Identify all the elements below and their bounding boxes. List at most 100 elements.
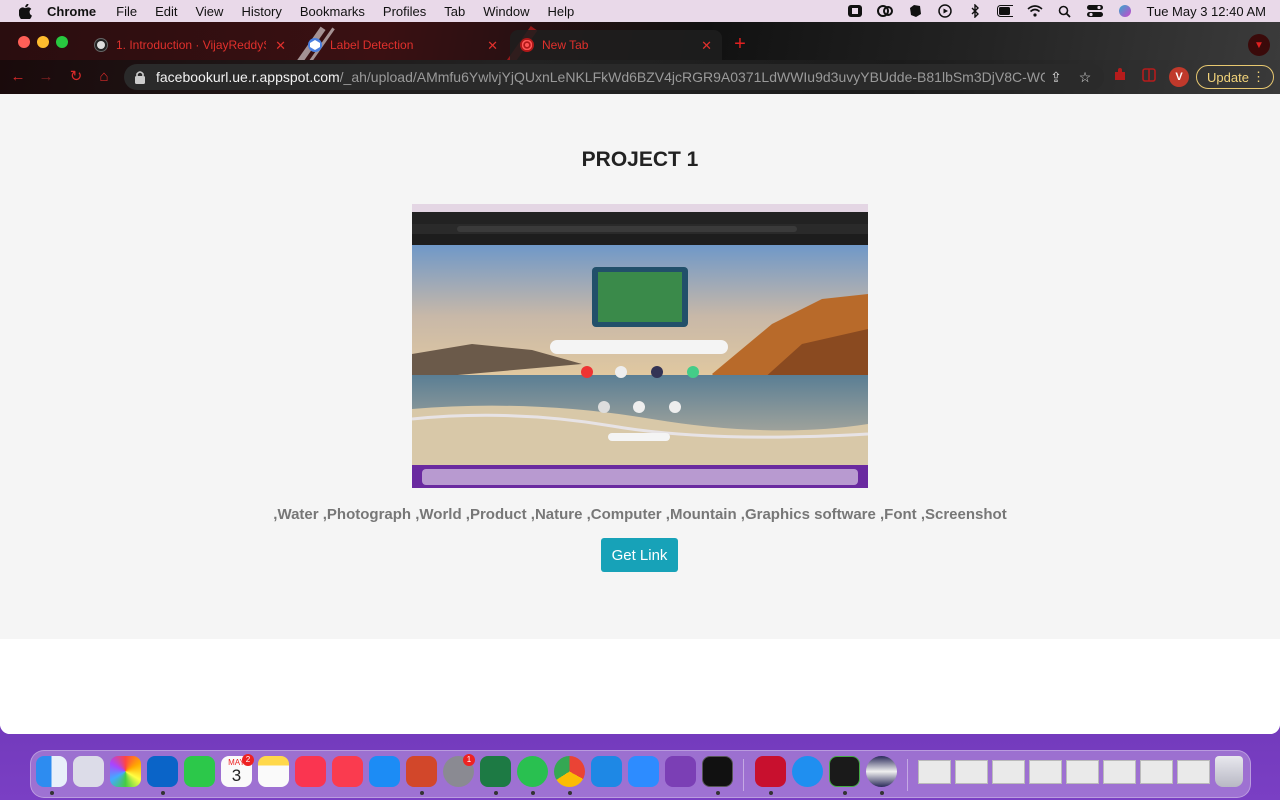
page-content: PROJECT 1 ,Water ,Photograph ,World ,Pro… bbox=[0, 94, 1280, 734]
extension-icon[interactable] bbox=[1112, 67, 1132, 87]
tab-introduction[interactable]: 1. Introduction · VijayReddySh ✕ bbox=[84, 30, 296, 60]
bluetooth-icon[interactable] bbox=[967, 4, 983, 18]
notes-icon[interactable] bbox=[258, 756, 289, 787]
menubar-status-area: Tue May 3 12:40 AM bbox=[847, 0, 1266, 22]
tab-strip: 1. Introduction · VijayReddySh ✕ Label D… bbox=[0, 22, 1280, 88]
minimized-window-thumbnail[interactable] bbox=[918, 760, 951, 784]
url-path: /_ah/upload/AMmfu6YwlvjYjQUxnLeNKLFkWd6B… bbox=[339, 69, 1045, 85]
reload-icon[interactable]: ↻ bbox=[66, 67, 86, 87]
menu-edit[interactable]: Edit bbox=[155, 4, 177, 19]
apple-icon[interactable] bbox=[17, 3, 33, 19]
excel-icon[interactable] bbox=[480, 756, 511, 787]
profile-avatar[interactable]: V bbox=[1169, 67, 1189, 87]
calendar-day: 3 bbox=[231, 766, 242, 785]
project-panel: PROJECT 1 ,Water ,Photograph ,World ,Pro… bbox=[0, 94, 1280, 639]
whatsapp-icon[interactable] bbox=[517, 756, 548, 787]
get-link-button[interactable]: Get Link bbox=[601, 538, 678, 572]
battery-icon[interactable] bbox=[996, 4, 1013, 18]
menu-app-name[interactable]: Chrome bbox=[47, 4, 96, 19]
chrome-update-button[interactable]: Update ⋮ bbox=[1196, 65, 1274, 89]
minimized-window-thumbnail[interactable] bbox=[1029, 760, 1062, 784]
window-minimize-button[interactable] bbox=[37, 36, 49, 48]
app-store-icon[interactable] bbox=[369, 756, 400, 787]
more-menu-icon[interactable]: ⋮ bbox=[1252, 69, 1265, 85]
news-icon[interactable] bbox=[332, 756, 363, 787]
settings-badge: 1 bbox=[463, 754, 475, 766]
dock-separator bbox=[907, 759, 908, 791]
facetime-icon[interactable] bbox=[184, 756, 215, 787]
menu-tab[interactable]: Tab bbox=[444, 4, 465, 19]
github-icon bbox=[94, 38, 108, 52]
running-indicator bbox=[531, 791, 535, 795]
minimized-window-thumbnail[interactable] bbox=[1066, 760, 1099, 784]
minimized-window-thumbnail[interactable] bbox=[955, 760, 988, 784]
play-icon[interactable] bbox=[937, 4, 953, 18]
menu-window[interactable]: Window bbox=[483, 4, 529, 19]
tab-close-icon[interactable]: ✕ bbox=[701, 38, 712, 54]
terminal-icon[interactable] bbox=[702, 756, 733, 787]
reading-list-icon[interactable] bbox=[1141, 67, 1161, 87]
calendar-badge: 2 bbox=[242, 754, 254, 766]
powerpoint-icon[interactable] bbox=[406, 756, 437, 787]
music-icon[interactable] bbox=[295, 756, 326, 787]
minimized-window-thumbnail[interactable] bbox=[992, 760, 1025, 784]
wifi-icon[interactable] bbox=[1026, 4, 1043, 18]
home-icon[interactable]: ⌂ bbox=[94, 67, 114, 87]
eclipse-icon[interactable] bbox=[866, 756, 897, 787]
screen-record-icon[interactable] bbox=[847, 4, 863, 18]
new-tab-button[interactable]: + bbox=[731, 34, 749, 54]
evernote-icon[interactable] bbox=[907, 4, 923, 18]
outlook-icon[interactable] bbox=[147, 756, 178, 787]
acrobat-icon[interactable] bbox=[755, 756, 786, 787]
trash-icon[interactable] bbox=[1215, 756, 1243, 787]
safari-icon[interactable] bbox=[792, 756, 823, 787]
tab-close-icon[interactable]: ✕ bbox=[275, 38, 286, 54]
running-indicator bbox=[568, 791, 572, 795]
menu-view[interactable]: View bbox=[195, 4, 223, 19]
activity-monitor-icon[interactable] bbox=[829, 756, 860, 787]
menu-bookmarks[interactable]: Bookmarks bbox=[300, 4, 365, 19]
tab-new-tab[interactable]: New Tab ✕ bbox=[510, 30, 722, 60]
running-indicator bbox=[420, 791, 424, 795]
address-bar[interactable]: facebookurl.ue.r.appspot.com /_ah/upload… bbox=[124, 64, 1104, 90]
bookmark-star-icon[interactable]: ☆ bbox=[1076, 68, 1094, 86]
siri-icon[interactable] bbox=[1117, 4, 1133, 18]
lock-icon[interactable] bbox=[134, 70, 148, 84]
menu-profiles[interactable]: Profiles bbox=[383, 4, 426, 19]
running-indicator bbox=[843, 791, 847, 795]
tab-label-detection[interactable]: Label Detection ✕ bbox=[298, 30, 508, 60]
creative-cloud-icon[interactable] bbox=[876, 4, 893, 18]
forward-arrow-icon[interactable]: → bbox=[36, 67, 56, 87]
window-zoom-button[interactable] bbox=[56, 36, 68, 48]
menu-history[interactable]: History bbox=[241, 4, 281, 19]
google-cloud-icon bbox=[308, 38, 322, 52]
minimized-window-thumbnail[interactable] bbox=[1103, 760, 1136, 784]
menubar-clock[interactable]: Tue May 3 12:40 AM bbox=[1147, 4, 1266, 19]
page-title: PROJECT 1 bbox=[581, 148, 699, 171]
onenote-icon[interactable] bbox=[665, 756, 696, 787]
minimized-window-thumbnail[interactable] bbox=[1177, 760, 1210, 784]
menu-help[interactable]: Help bbox=[548, 4, 575, 19]
running-indicator bbox=[494, 791, 498, 795]
running-indicator bbox=[161, 791, 165, 795]
chrome-icon[interactable] bbox=[554, 756, 585, 787]
tab-label: 1. Introduction · VijayReddySh bbox=[116, 38, 266, 52]
tab-close-icon[interactable]: ✕ bbox=[487, 38, 498, 54]
minimized-window-thumbnail[interactable] bbox=[1140, 760, 1173, 784]
update-label: Update bbox=[1207, 69, 1249, 85]
vscode-icon[interactable] bbox=[591, 756, 622, 787]
control-center-icon[interactable] bbox=[1086, 4, 1103, 18]
running-indicator bbox=[50, 791, 54, 795]
back-arrow-icon[interactable]: ← bbox=[8, 67, 28, 87]
zoom-icon[interactable] bbox=[628, 756, 659, 787]
menu-file[interactable]: File bbox=[116, 4, 137, 19]
window-close-button[interactable] bbox=[18, 36, 30, 48]
macos-dock: MAY 3 2 1 bbox=[30, 750, 1251, 798]
finder-icon[interactable] bbox=[36, 756, 67, 787]
tab-search-chevron-icon[interactable]: ▼ bbox=[1248, 34, 1270, 56]
launchpad-icon[interactable] bbox=[73, 756, 104, 787]
share-icon[interactable]: ⇪ bbox=[1047, 68, 1065, 86]
running-indicator bbox=[716, 791, 720, 795]
spotlight-search-icon[interactable] bbox=[1057, 4, 1073, 18]
photos-icon[interactable] bbox=[110, 756, 141, 787]
